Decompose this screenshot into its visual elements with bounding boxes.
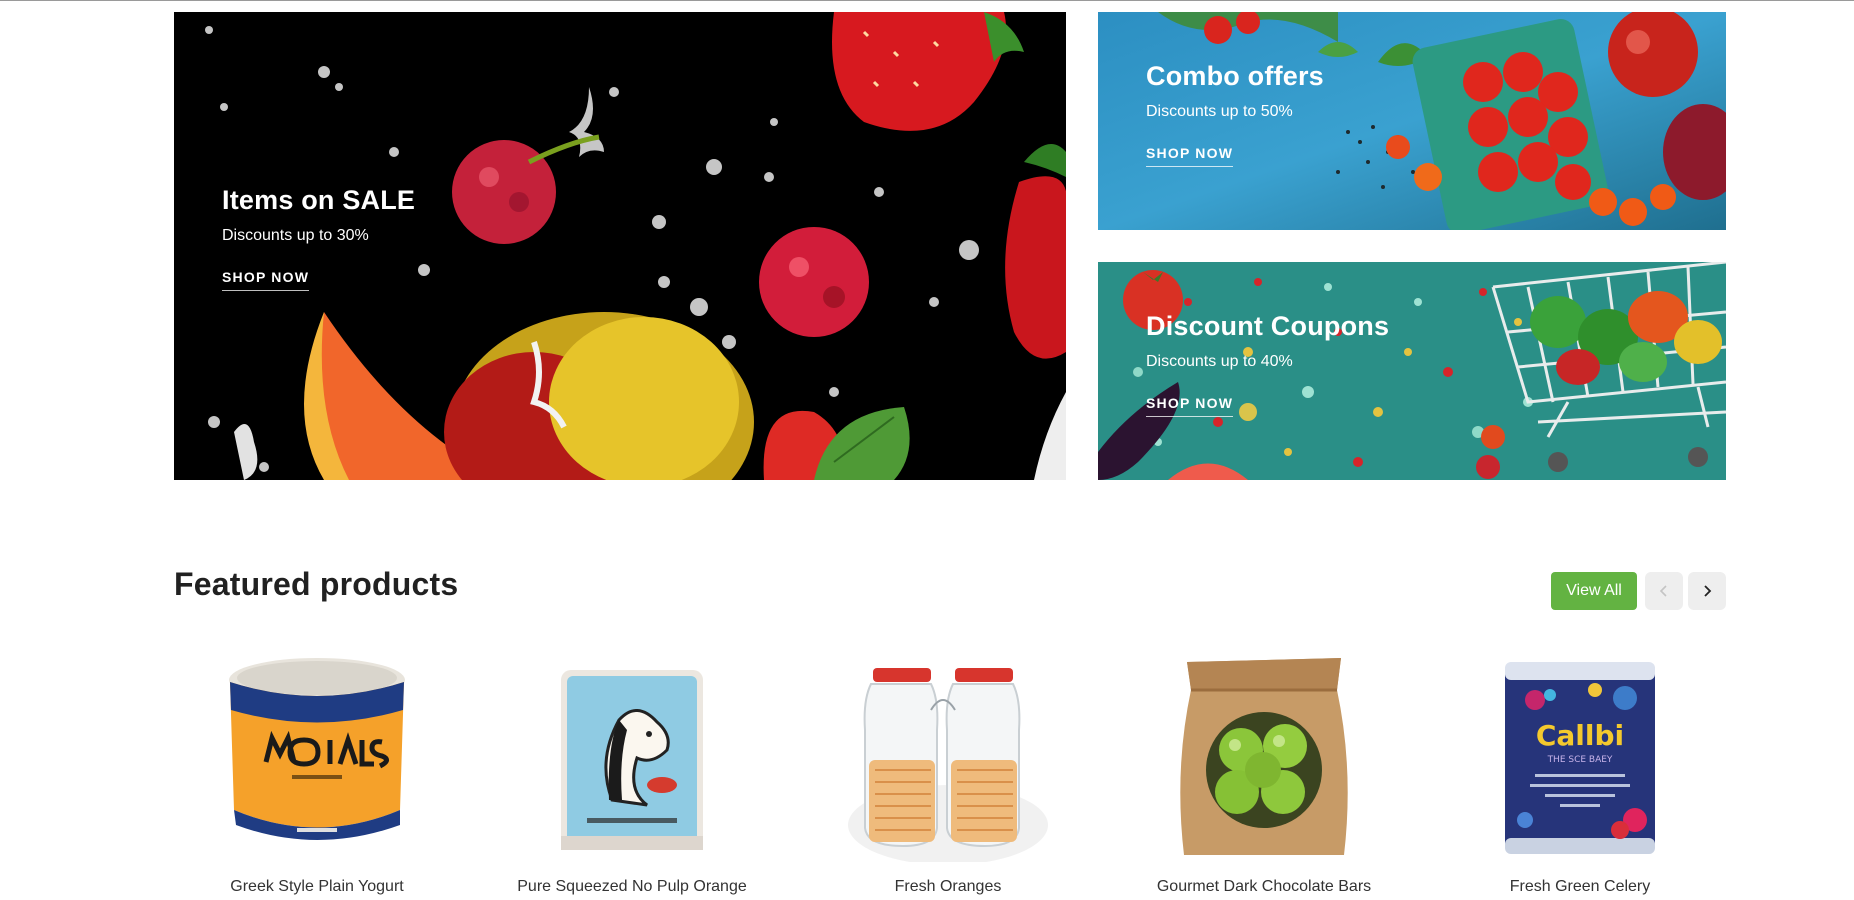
product-name[interactable]: Pure Squeezed No Pulp Orange [474, 878, 790, 896]
combo-banner-text: Combo offers Discounts up to 50% SHOP NO… [1146, 60, 1324, 167]
product-name[interactable]: Fresh Oranges [790, 878, 1106, 896]
product-image-celery: Callbi THE SCE BAEY [1505, 662, 1655, 854]
coupon-banner-subtitle: Discounts up to 40% [1146, 353, 1293, 370]
product-image-yogurt [229, 658, 405, 840]
combo-banner-subtitle: Discounts up to 50% [1146, 103, 1293, 120]
sale-banner-subtitle: Discounts up to 30% [222, 227, 369, 244]
chevron-right-icon [1704, 585, 1712, 597]
product-name[interactable]: Gourmet Dark Chocolate Bars [1106, 878, 1422, 896]
carousel-prev-button[interactable] [1645, 572, 1683, 610]
coupon-banner-title: Discount Coupons [1146, 311, 1390, 341]
svg-text:THE SCE BAEY: THE SCE BAEY [1547, 755, 1613, 765]
view-all-button[interactable]: View All [1551, 572, 1637, 610]
svg-text:Callbi: Callbi [1536, 719, 1624, 752]
sale-banner-text: Items on SALE Discounts up to 30% SHOP N… [222, 184, 415, 291]
sale-banner-title: Items on SALE [222, 185, 416, 215]
coupon-banner-text: Discount Coupons Discounts up to 40% SHO… [1146, 310, 1389, 417]
product-name[interactable]: Greek Style Plain Yogurt [159, 878, 475, 896]
product-image-jars [848, 668, 1048, 862]
top-divider [0, 0, 1854, 1]
combo-banner[interactable]: Combo offers Discounts up to 50% SHOP NO… [1098, 12, 1726, 230]
product-image-juice [561, 670, 703, 850]
product-image-chocolate [1180, 658, 1348, 855]
combo-banner-title: Combo offers [1146, 61, 1324, 91]
sale-shop-now-link[interactable]: SHOP NOW [222, 269, 310, 291]
chevron-left-icon [1659, 585, 1667, 597]
coupon-shop-now-link[interactable]: SHOP NOW [1146, 395, 1234, 417]
carousel-next-button[interactable] [1688, 572, 1726, 610]
product-name[interactable]: Fresh Green Celery [1422, 878, 1738, 896]
combo-shop-now-link[interactable]: SHOP NOW [1146, 145, 1234, 167]
featured-products-title: Featured products [174, 566, 459, 602]
sale-banner[interactable]: Items on SALE Discounts up to 30% SHOP N… [174, 12, 1066, 480]
coupon-banner[interactable]: Discount Coupons Discounts up to 40% SHO… [1098, 262, 1726, 480]
